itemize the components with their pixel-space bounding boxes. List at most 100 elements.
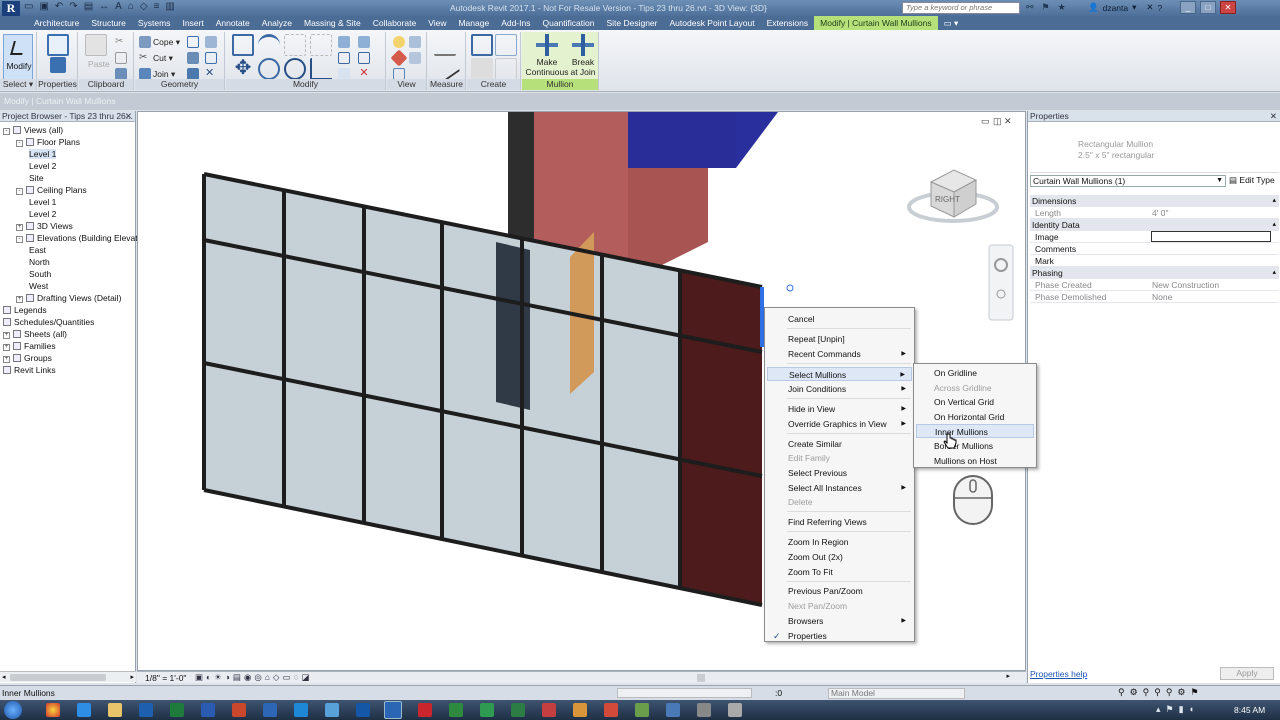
create-similar-icon[interactable] — [495, 58, 517, 80]
modify-button[interactable]: Modify — [3, 34, 33, 81]
collapse-section-icon[interactable]: ▴ — [1272, 219, 1276, 231]
minimize-button[interactable]: _ — [1180, 1, 1196, 14]
menu-item-cancel[interactable]: Cancel — [767, 312, 912, 326]
wall-joins-icon[interactable] — [187, 52, 199, 64]
design-option-dropdown[interactable]: Main Model — [828, 688, 965, 699]
menu-item-delete[interactable]: Delete — [767, 495, 912, 509]
make-continuous-label-1[interactable]: Make — [526, 57, 568, 67]
tab-autodesk-point-layout[interactable]: Autodesk Point Layout — [664, 16, 761, 30]
property-row[interactable]: Mark — [1030, 255, 1279, 267]
app-icon[interactable] — [449, 703, 463, 717]
maximize-button[interactable]: □ — [1200, 1, 1216, 14]
search-input[interactable]: Type a keyword or phrase — [902, 2, 1020, 14]
binoculars-icon[interactable]: ⚯ — [1026, 2, 1034, 13]
rotate-icon[interactable] — [284, 58, 306, 80]
demolish-icon[interactable] — [205, 52, 217, 64]
measure-tape-icon[interactable] — [434, 34, 456, 56]
collapse-section-icon[interactable]: ▴ — [1272, 267, 1276, 279]
tab-add-ins[interactable]: Add-Ins — [495, 16, 536, 30]
collapse-icon[interactable]: - — [16, 236, 23, 243]
expand-icon[interactable]: + — [3, 356, 10, 363]
menu-item-create-similar[interactable]: Create Similar — [767, 437, 912, 451]
tab-annotate[interactable]: Annotate — [210, 16, 256, 30]
excel-icon[interactable] — [170, 703, 184, 717]
expand-icon[interactable]: + — [16, 296, 23, 303]
tab-quantification[interactable]: Quantification — [536, 16, 600, 30]
app-icon[interactable] — [480, 703, 494, 717]
scale-icon[interactable] — [358, 52, 370, 64]
collapse-section-icon[interactable]: ▴ — [1272, 195, 1276, 207]
app-icon[interactable] — [542, 703, 556, 717]
create-parts-icon[interactable] — [495, 34, 517, 56]
break-at-join-label-1[interactable]: Break — [570, 57, 596, 67]
submenu-item-across-gridline[interactable]: Across Gridline — [916, 381, 1034, 395]
submenu-item-border-mullions[interactable]: Border Mullions — [916, 439, 1034, 453]
tray-icons[interactable]: ▴⚑▮◖ — [1156, 704, 1199, 715]
browser-item[interactable]: - Floor Plans — [16, 137, 80, 148]
view-scale[interactable]: 1/8" = 1'-0" — [145, 673, 186, 683]
tab-modify-curtain-wall-mullions[interactable]: Modify | Curtain Wall Mullions — [814, 16, 938, 30]
app-icon[interactable] — [635, 703, 649, 717]
view-control-icons[interactable]: ▣◐☀◑▤◉◎⌂◇▭◌◪ — [195, 672, 313, 683]
override-icon[interactable] — [409, 52, 421, 64]
collapse-icon[interactable]: - — [3, 128, 10, 135]
scroll-right-icon[interactable]: ▸ — [1006, 672, 1010, 680]
move-icon[interactable]: ✥ — [232, 58, 254, 80]
make-continuous-label-2[interactable]: Continuous — [524, 67, 570, 77]
browser-item[interactable]: Schedules/Quantities — [3, 317, 94, 328]
clock[interactable]: 8:45 AM — [1234, 705, 1265, 715]
expand-icon[interactable]: + — [3, 344, 10, 351]
menu-item-previous-pan-zoom[interactable]: Previous Pan/Zoom — [767, 584, 912, 598]
property-value[interactable] — [1151, 231, 1271, 242]
menu-item-zoom-out-2x[interactable]: Zoom Out (2x) — [767, 550, 912, 564]
menu-item-zoom-in-region[interactable]: Zoom In Region — [767, 535, 912, 549]
break-at-join-icon[interactable] — [572, 34, 594, 56]
powerpoint-icon[interactable] — [232, 703, 246, 717]
submenu-item-mullions-on-host[interactable]: Mullions on Host — [916, 454, 1034, 468]
property-value[interactable]: New Construction — [1152, 279, 1219, 291]
tab-systems[interactable]: Systems — [132, 16, 177, 30]
menu-item-recent-commands[interactable]: Recent Commands ▶ — [767, 347, 912, 361]
redo-icon[interactable]: ↷ — [69, 1, 77, 12]
outlook-icon[interactable] — [139, 703, 153, 717]
save-icon[interactable]: ▣ — [39, 1, 48, 12]
browser-item[interactable]: Legends — [3, 305, 47, 316]
browser-item[interactable]: Level 2 — [29, 161, 56, 172]
properties-icon[interactable] — [47, 34, 69, 56]
close-button[interactable]: ✕ — [1220, 1, 1236, 14]
workset-dropdown[interactable] — [617, 688, 752, 698]
edit-type-button[interactable]: ▤ Edit Type — [1229, 175, 1275, 186]
tab-site-designer[interactable]: Site Designer — [600, 16, 663, 30]
property-row[interactable]: Length 4' 0" — [1030, 207, 1279, 219]
hide-icon[interactable] — [409, 36, 421, 48]
browser-item[interactable]: - Views (all) — [3, 125, 63, 136]
browser-item[interactable]: East — [29, 245, 46, 256]
copy-element-icon[interactable] — [258, 58, 280, 80]
submenu-item-inner-mullions[interactable]: Inner Mullions — [916, 424, 1034, 439]
split-icon[interactable] — [338, 36, 350, 48]
menu-item-join-conditions[interactable]: Join Conditions ▶ — [767, 382, 912, 396]
offset-icon[interactable] — [258, 34, 280, 56]
cut-scissors-icon[interactable]: ✂ — [115, 36, 127, 48]
create-group-icon[interactable] — [471, 58, 493, 80]
print-icon[interactable]: ▤ — [84, 1, 93, 12]
property-row[interactable]: Comments — [1030, 243, 1279, 255]
explorer-icon[interactable] — [108, 703, 122, 717]
property-row[interactable]: Phase Created New Construction — [1030, 279, 1279, 291]
ribbon-toggle-icon[interactable]: ▭ ▾ — [938, 16, 965, 30]
tab-architecture[interactable]: Architecture — [28, 16, 85, 30]
tab-manage[interactable]: Manage — [452, 16, 495, 30]
paint-icon[interactable] — [205, 36, 217, 48]
tab-insert[interactable]: Insert — [176, 16, 209, 30]
paste-icon[interactable] — [85, 34, 107, 56]
start-button[interactable] — [4, 701, 22, 719]
tab-view[interactable]: View — [422, 16, 452, 30]
help-icon[interactable]: ? — [1158, 3, 1163, 13]
tab-analyze[interactable]: Analyze — [256, 16, 298, 30]
create-assembly-icon[interactable] — [471, 34, 493, 56]
cut-button[interactable]: Cut ▾ — [153, 53, 173, 64]
menu-item-browsers[interactable]: Browsers ▶ — [767, 614, 912, 628]
submenu-item-on-horizontal-grid[interactable]: On Horizontal Grid — [916, 410, 1034, 424]
select-dropdown[interactable]: Select ▾ — [0, 79, 36, 90]
instance-filter-dropdown[interactable]: Curtain Wall Mullions (1) ▼ — [1030, 175, 1226, 187]
